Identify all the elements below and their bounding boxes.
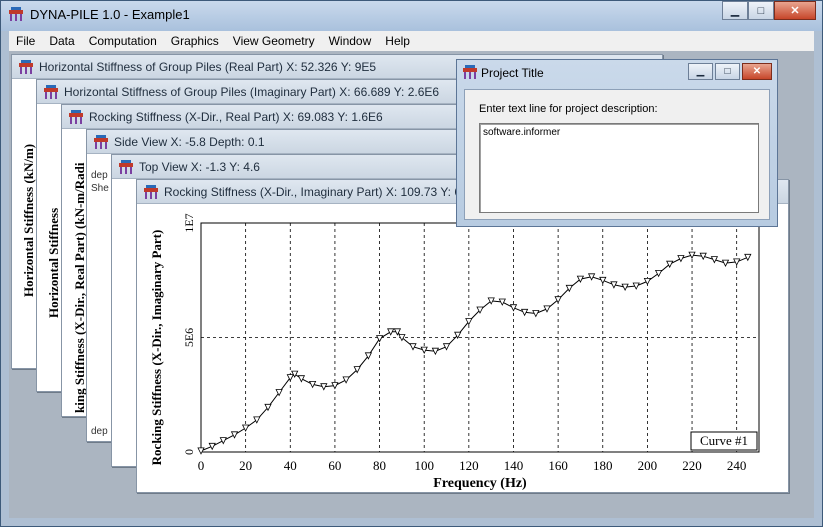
app-title: DYNA-PILE 1.0 - Example1	[30, 7, 190, 22]
chart-window-icon	[44, 85, 58, 99]
menu-window[interactable]: Window	[322, 34, 379, 48]
menu-file[interactable]: File	[9, 34, 42, 48]
window-controls: ▁ □ ✕	[722, 1, 816, 21]
child-window-title: Rocking Stiffness (X-Dir., Real Part) X:…	[89, 110, 383, 124]
x-tick-label: 120	[459, 458, 479, 473]
menu-help[interactable]: Help	[378, 34, 417, 48]
dialog-body: Enter text line for project description:…	[464, 89, 770, 220]
menu-graphics[interactable]: Graphics	[164, 34, 226, 48]
x-tick-label: 60	[328, 458, 341, 473]
x-tick-label: 100	[414, 458, 434, 473]
x-tick-label: 20	[239, 458, 252, 473]
child-window-title: Top View X: -1.3 Y: 4.6	[139, 160, 260, 174]
minimize-button[interactable]: ▁	[722, 1, 748, 20]
project-description-input[interactable]: software.informer	[479, 123, 759, 213]
menu-view-geometry[interactable]: View Geometry	[226, 34, 322, 48]
child-window-title: Horizontal Stiffness of Group Piles (Rea…	[39, 60, 377, 74]
x-tick-label: 240	[727, 458, 747, 473]
close-button[interactable]: ✕	[774, 1, 816, 20]
dialog-controls: ▁ □ ✕	[686, 63, 772, 80]
menu-data[interactable]: Data	[42, 34, 81, 48]
y-axis-label: Rocking Stiffness (X-Dir., Imaginary Par…	[149, 230, 164, 466]
dialog-title: Project Title	[481, 66, 544, 80]
child-window-title: Side View X: -5.8 Depth: 0.1	[114, 135, 265, 149]
y-axis-label: Horizontal Stiffness	[46, 207, 61, 318]
legend-label: Curve #1	[700, 433, 748, 448]
dyna-pile-app-icon	[463, 65, 477, 79]
child-window-title: Horizontal Stiffness of Group Piles (Ima…	[64, 85, 440, 99]
menu-computation[interactable]: Computation	[82, 34, 164, 48]
side-view-footer: dep	[91, 426, 108, 437]
y-tick-label: 1E7	[182, 213, 196, 232]
side-view-text: dep	[91, 170, 108, 181]
y-axis-label: Horizontal Stiffness (kN/m)	[21, 143, 36, 297]
x-tick-label: 140	[504, 458, 523, 473]
chart-window-icon	[144, 185, 158, 199]
menu-bar: File Data Computation Graphics View Geom…	[9, 31, 814, 51]
project-description-value: software.informer	[483, 127, 561, 138]
side-view-text: She	[91, 183, 109, 194]
y-tick-label: 0	[182, 449, 196, 455]
dyna-pile-app-icon	[9, 7, 23, 21]
app-window: DYNA-PILE 1.0 - Example1 ▁ □ ✕ File Data…	[0, 0, 823, 527]
x-tick-label: 80	[373, 458, 386, 473]
dialog-close-button[interactable]: ✕	[742, 63, 772, 80]
maximize-button[interactable]: □	[748, 1, 774, 20]
x-tick-label: 40	[284, 458, 297, 473]
x-tick-label: 220	[682, 458, 702, 473]
chart-window-icon	[119, 160, 133, 174]
child-window-title: Rocking Stiffness (X-Dir., Imaginary Par…	[164, 185, 472, 199]
chart-window-icon	[19, 60, 33, 74]
project-title-dialog[interactable]: Project Title ▁ □ ✕ Enter text line for …	[456, 59, 778, 227]
x-tick-label: 160	[548, 458, 568, 473]
y-tick-label: 5E6	[182, 328, 196, 347]
dialog-maximize-button[interactable]: □	[715, 63, 740, 80]
x-axis-label: Frequency (Hz)	[433, 476, 527, 491]
chart-window-icon	[69, 110, 83, 124]
description-prompt: Enter text line for project description:	[479, 103, 658, 115]
app-title-bar[interactable]: DYNA-PILE 1.0 - Example1 ▁ □ ✕	[1, 1, 822, 31]
dialog-minimize-button[interactable]: ▁	[688, 63, 713, 80]
x-tick-label: 0	[198, 458, 205, 473]
chart-window-icon	[94, 135, 108, 149]
stiffness-chart: 0 20 40 60 80 100 120 140 160 180 200 220 240 0 5E6 1E7…	[149, 213, 760, 491]
x-tick-label: 200	[638, 458, 658, 473]
x-tick-label: 180	[593, 458, 613, 473]
